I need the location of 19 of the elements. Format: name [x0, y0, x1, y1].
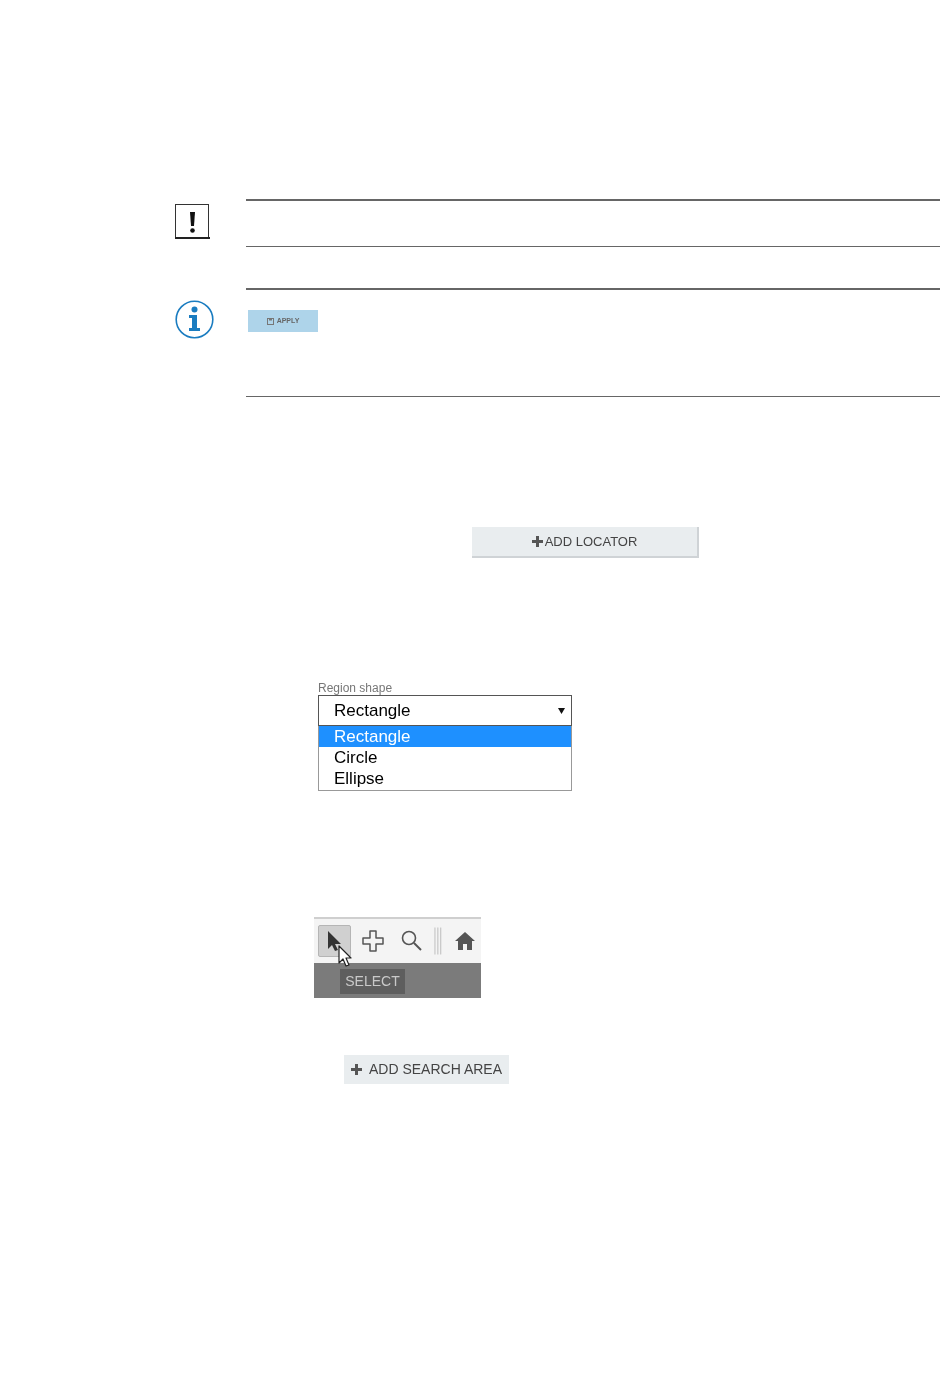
add-search-area-button[interactable]: ADD SEARCH AREA — [344, 1055, 509, 1084]
tooltip: SELECT — [340, 969, 405, 994]
region-shape-dropdown[interactable]: Rectangle — [318, 695, 572, 726]
separator-icon — [434, 927, 443, 955]
select-tool-icon — [327, 931, 342, 951]
home-icon — [453, 931, 476, 951]
plus-icon — [531, 536, 543, 547]
dropdown-option[interactable]: Circle — [319, 747, 571, 768]
move-icon — [361, 929, 386, 953]
warning-icon — [175, 204, 210, 239]
add-locator-button[interactable]: ADD LOCATOR — [472, 527, 699, 558]
plus-icon — [350, 1064, 362, 1075]
search-icon — [401, 930, 424, 952]
select-tool-button[interactable] — [318, 925, 351, 957]
info-icon — [175, 300, 214, 339]
field-label: Region shape — [318, 681, 394, 695]
save-icon — [266, 317, 274, 325]
dropdown-option[interactable]: Ellipse — [319, 768, 571, 789]
caret-icon — [558, 707, 565, 714]
